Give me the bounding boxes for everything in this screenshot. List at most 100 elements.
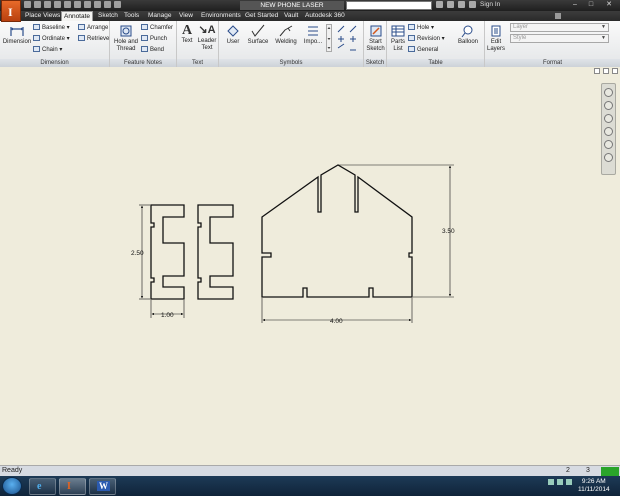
steering-wheel-icon[interactable]	[604, 88, 613, 97]
network-icon[interactable]	[557, 479, 563, 485]
status-text: Ready	[2, 467, 23, 474]
orbit-icon[interactable]	[604, 140, 613, 149]
baseline-label: Baseline	[42, 25, 66, 31]
symbols-gallery-scroll-icon[interactable]	[326, 24, 332, 52]
look-at-icon[interactable]	[604, 153, 613, 162]
select-icon[interactable]	[94, 1, 101, 8]
update-icon[interactable]	[114, 1, 121, 8]
new-icon[interactable]	[24, 1, 31, 8]
zoom-icon[interactable]	[604, 114, 613, 123]
edit-layers-label-1: Edit	[490, 39, 502, 45]
leader-text-button[interactable]: ↘A Leader Text	[196, 23, 218, 52]
tab-get-started[interactable]: Get Started	[245, 11, 278, 21]
general-table-button[interactable]: General	[408, 46, 438, 54]
undo-icon[interactable]	[54, 1, 61, 8]
color-icon[interactable]	[104, 1, 111, 8]
balloon-button[interactable]: Balloon	[454, 24, 482, 46]
tab-manage[interactable]: Manage	[148, 11, 172, 21]
star-icon[interactable]	[458, 1, 465, 8]
text-group-label: Text	[177, 59, 218, 67]
application-menu-button[interactable]: I	[1, 0, 21, 22]
navigation-bar	[601, 83, 616, 175]
punch-button[interactable]: Punch	[141, 35, 167, 43]
ribbon-minimize-icon[interactable]	[555, 13, 561, 19]
user-symbol-button[interactable]: User	[222, 24, 244, 46]
symbols-small-grid-icon[interactable]	[336, 24, 360, 54]
edit-layers-button[interactable]: Edit Layers	[485, 24, 507, 53]
taskbar-inventor[interactable]: I	[59, 478, 86, 495]
zoom-window-icon[interactable]	[604, 127, 613, 136]
surface-symbol-button[interactable]: Surface	[245, 24, 271, 46]
dimension-button[interactable]: Dimension	[2, 24, 32, 46]
bend-button[interactable]: Bend	[141, 46, 164, 54]
start-sketch-button[interactable]: Start Sketch	[365, 24, 386, 53]
text-button[interactable]: A Text	[179, 23, 195, 45]
arrange-button[interactable]: Arrange	[78, 24, 108, 32]
revision-table-label: Revision	[417, 36, 441, 42]
hole-table-button[interactable]: Hole ▾	[408, 24, 434, 32]
sign-in-link[interactable]: Sign In	[480, 1, 500, 8]
pan-icon[interactable]	[604, 101, 613, 110]
ordinate-icon	[33, 35, 40, 42]
user-icon[interactable]	[469, 1, 476, 8]
tab-environments[interactable]: Environments	[201, 11, 241, 21]
welding-symbol-button[interactable]: Welding	[272, 24, 300, 46]
home-icon[interactable]	[74, 1, 81, 8]
retrieve-button[interactable]: Retrieve	[78, 35, 109, 43]
chain-button[interactable]: Chain ▾	[33, 46, 62, 54]
house-part-outline[interactable]	[261, 164, 413, 298]
redo-icon[interactable]	[64, 1, 71, 8]
chain-label: Chain	[42, 47, 58, 53]
tab-autodesk-360[interactable]: Autodesk 360	[305, 11, 345, 21]
taskbar-word[interactable]: W	[89, 478, 116, 495]
drawing-canvas[interactable]: 2.50 1.00 3.50 4.00	[0, 67, 620, 465]
left-width-dimension[interactable]: 1.00	[150, 300, 185, 319]
maximize-button[interactable]: □	[586, 1, 596, 9]
layer-select[interactable]: Layer ▼	[510, 23, 609, 32]
close-document-icon[interactable]	[612, 68, 618, 74]
bend-icon	[141, 46, 148, 53]
right-width-dimension[interactable]: 4.00	[261, 298, 413, 325]
chamfer-icon	[141, 24, 148, 31]
save-icon[interactable]	[44, 1, 51, 8]
revision-table-button[interactable]: Revision ▾	[408, 35, 445, 43]
taskbar-clock[interactable]: 9:26 AM 11/11/2014	[578, 478, 610, 494]
left-height-dimension[interactable]: 2.50	[131, 204, 150, 300]
open-icon[interactable]	[34, 1, 41, 8]
taskbar-ie[interactable]: e	[29, 478, 56, 495]
inventor-icon: I	[67, 481, 71, 492]
help-search-input[interactable]	[346, 1, 432, 10]
flag-icon[interactable]	[548, 479, 554, 485]
key-icon[interactable]	[447, 1, 454, 8]
chamfer-button[interactable]: Chamfer	[141, 24, 173, 32]
tab-tools[interactable]: Tools	[124, 11, 139, 21]
ordinate-button[interactable]: Ordinate ▾	[33, 35, 70, 43]
tab-view[interactable]: View	[179, 11, 193, 21]
tab-place-views[interactable]: Place Views	[25, 11, 60, 21]
parts-list-icon	[391, 25, 405, 37]
tab-annotate[interactable]: Annotate	[61, 11, 94, 21]
style-select[interactable]: Style ▼	[510, 34, 609, 43]
maximize-document-icon[interactable]	[603, 68, 609, 74]
print-icon[interactable]	[84, 1, 91, 8]
tab-sketch[interactable]: Sketch	[98, 11, 118, 21]
baseline-button[interactable]: Baseline ▾	[33, 24, 70, 32]
general-table-label: General	[417, 47, 439, 53]
left-part-2-outline[interactable]	[197, 204, 234, 300]
hole-and-thread-button[interactable]: Hole and Thread	[112, 24, 140, 53]
leader-text-label-1: Leader	[197, 38, 217, 44]
parts-list-button[interactable]: Parts List	[389, 24, 407, 53]
binoculars-icon[interactable]	[436, 1, 443, 8]
volume-icon[interactable]	[566, 479, 572, 485]
ie-icon: e	[37, 481, 42, 492]
table-group: Parts List Hole ▾ Revision ▾ General Bal…	[387, 21, 485, 67]
tab-vault[interactable]: Vault	[284, 11, 298, 21]
start-button[interactable]	[2, 477, 22, 495]
left-part-1-outline[interactable]	[150, 204, 185, 300]
minimize-button[interactable]: –	[570, 1, 580, 9]
clock-date: 11/11/2014	[578, 486, 610, 493]
arrange-label: Arrange	[87, 25, 109, 31]
close-button[interactable]: ✕	[604, 1, 614, 9]
import-symbol-button[interactable]: Impo...	[301, 24, 325, 46]
status-indicator	[601, 467, 619, 476]
